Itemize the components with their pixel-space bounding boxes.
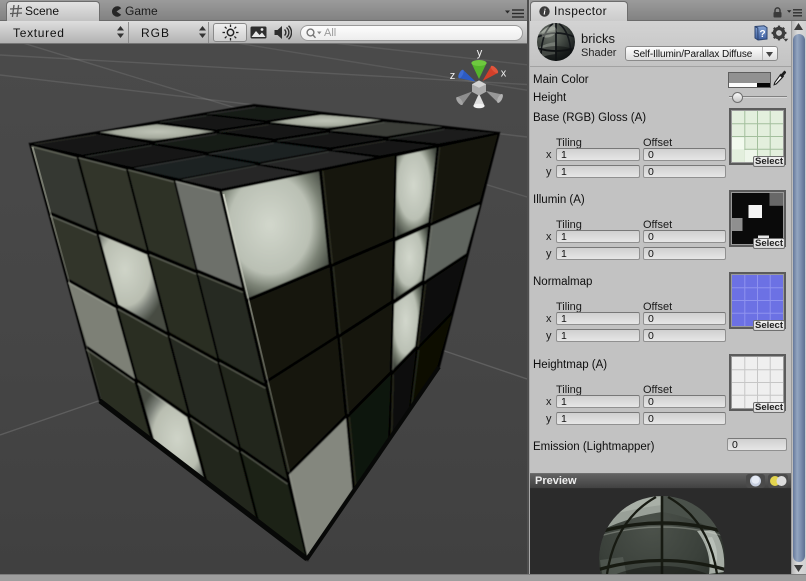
- svg-text:y: y: [477, 47, 483, 59]
- svg-text:z: z: [450, 70, 456, 82]
- svg-text:?: ?: [760, 29, 766, 40]
- svg-text:x: x: [501, 68, 507, 80]
